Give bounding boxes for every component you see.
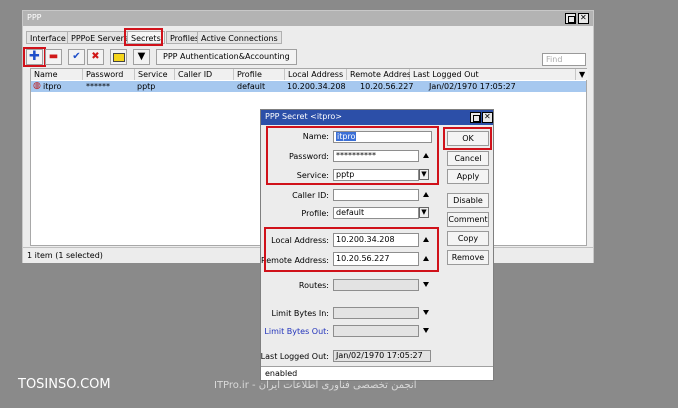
cell-name: itpro [43, 82, 62, 91]
last-logged-out-label: Last Logged Out: [260, 352, 329, 361]
highlight-box-ok [443, 127, 492, 150]
column-header-local-address[interactable]: Local Address [285, 69, 347, 80]
highlight-box-credentials [266, 126, 439, 185]
remove-button[interactable]: Remove [447, 250, 489, 265]
highlight-box-secrets [124, 28, 163, 46]
cell-local-address: 10.200.34.208 [287, 82, 346, 91]
last-logged-out-value: Jan/02/1970 17:05:27 [333, 350, 431, 362]
ppp-auth-accounting-button[interactable]: PPP Authentication&Accounting [156, 49, 297, 65]
minus-icon[interactable]: ▬ [45, 49, 62, 65]
disable-button[interactable]: Disable [447, 193, 489, 208]
limit-bytes-in-field[interactable] [333, 307, 419, 319]
column-header-remote-address[interactable]: Remote Address [347, 69, 415, 80]
cancel-button[interactable]: Cancel [447, 151, 489, 166]
find-input[interactable]: Find [542, 53, 586, 66]
column-header-name[interactable]: Name [31, 69, 83, 80]
column-header-profile[interactable]: Profile [234, 69, 285, 80]
cell-password: ****** [86, 82, 110, 91]
comment-button[interactable]: Comment [447, 212, 489, 227]
cell-service: pptp [137, 82, 156, 91]
routes-expand-icon[interactable] [423, 282, 429, 287]
ppp-secret-dialog: PPP Secret <itpro> Name: itpro Password:… [260, 109, 494, 381]
limit-in-expand-icon[interactable] [423, 310, 429, 315]
column-header-caller-id[interactable]: Caller ID [175, 69, 234, 80]
columns-dropdown-icon[interactable]: ▼ [576, 69, 588, 80]
watermark-persian: ITPro.ir - انجمن تخصصی فناوری اطلاعات ای… [214, 380, 417, 391]
watermark-site: TOSINSO.COM [18, 377, 111, 392]
dialog-status: enabled [261, 366, 493, 380]
limit-out-expand-icon[interactable] [423, 328, 429, 333]
ppp-window-title: PPP [27, 13, 42, 22]
profile-dropdown-icon[interactable]: ▼ [419, 207, 429, 218]
user-icon: ◍ [33, 81, 41, 91]
secret-dialog-title: PPP Secret <itpro> [265, 112, 342, 121]
column-header-last-logged-out[interactable]: Last Logged Out [410, 69, 576, 80]
filter-icon[interactable]: ▼ [133, 49, 150, 65]
secret-dialog-titlebar[interactable]: PPP Secret <itpro> [261, 110, 493, 125]
highlight-box-add [23, 47, 46, 67]
caller-id-label: Caller ID: [292, 191, 329, 200]
close-icon[interactable] [578, 13, 589, 24]
restore-icon[interactable] [470, 112, 481, 123]
limit-bytes-out-field[interactable] [333, 325, 419, 337]
cell-last-logged-out: Jan/02/1970 17:05:27 [429, 82, 516, 91]
caller-id-field[interactable] [333, 189, 419, 201]
cell-remote-address: 10.20.56.227 [360, 82, 414, 91]
restore-icon[interactable] [565, 13, 576, 24]
apply-button[interactable]: Apply [447, 169, 489, 184]
routes-label: Routes: [298, 281, 329, 290]
copy-button[interactable]: Copy [447, 231, 489, 246]
check-icon[interactable]: ✔ [68, 49, 85, 65]
table-row[interactable]: ◍ itpro ****** pptp default 10.200.34.20… [31, 81, 586, 92]
limit-bytes-in-label: Limit Bytes In: [271, 309, 330, 318]
tab-active-connections[interactable]: Active Connections [197, 31, 282, 44]
column-header-service[interactable]: Service [135, 69, 175, 80]
note-icon[interactable] [110, 49, 127, 65]
ppp-titlebar[interactable]: PPP [23, 11, 593, 26]
tab-interface[interactable]: Interface [26, 31, 70, 44]
profile-select[interactable]: default [333, 207, 419, 219]
highlight-box-addresses [264, 227, 439, 272]
tab-pppoe-servers[interactable]: PPPoE Servers [67, 31, 133, 44]
limit-bytes-out-label: Limit Bytes Out: [264, 327, 329, 336]
x-icon[interactable]: ✖ [87, 49, 104, 65]
caller-id-up-icon[interactable] [423, 192, 429, 197]
column-header-password[interactable]: Password [83, 69, 135, 80]
cell-profile: default [237, 82, 266, 91]
profile-label: Profile: [301, 209, 329, 218]
routes-field[interactable] [333, 279, 419, 291]
close-icon[interactable] [482, 112, 493, 123]
